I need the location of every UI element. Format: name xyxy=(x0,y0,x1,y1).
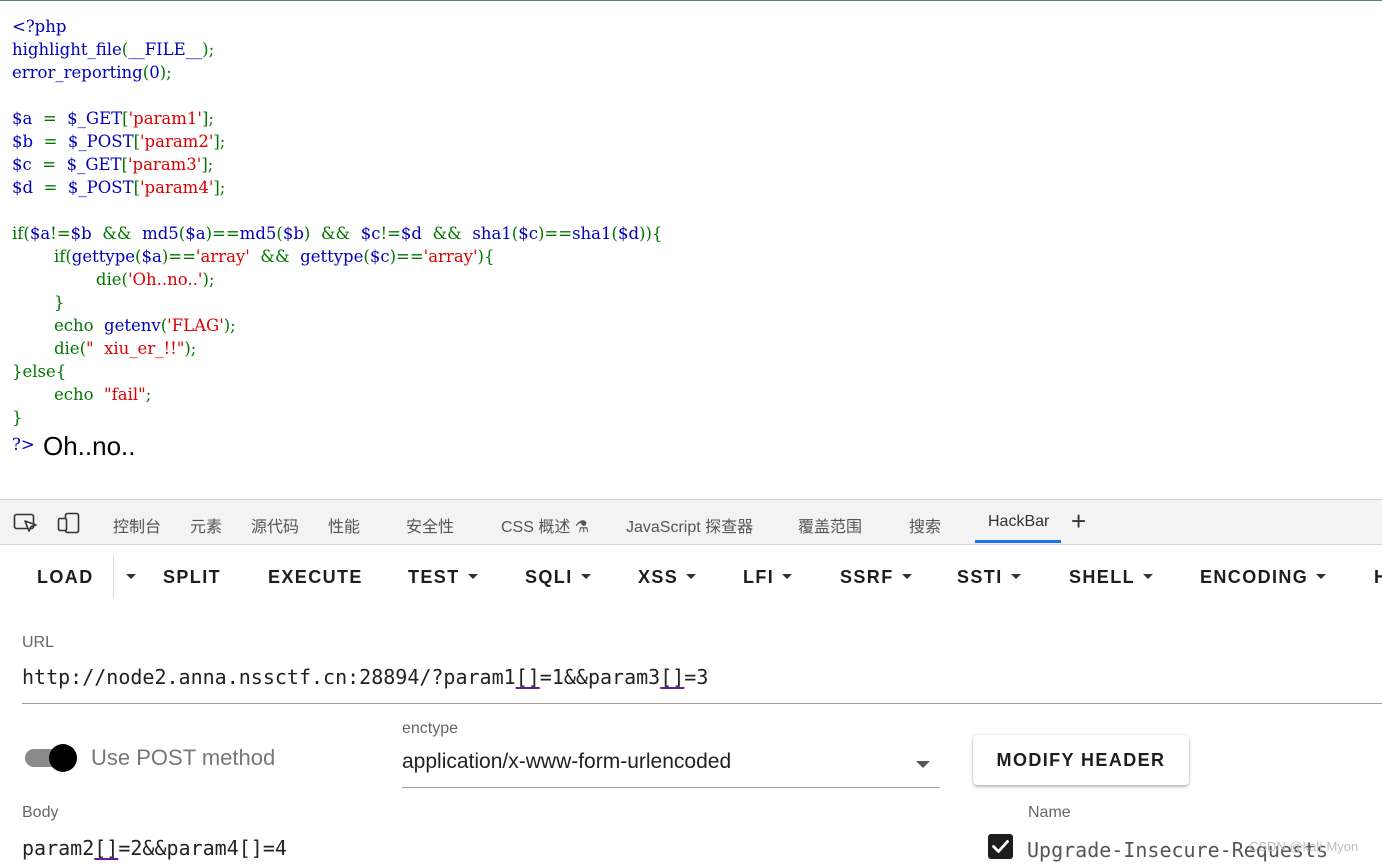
tab-security[interactable]: 安全性 xyxy=(406,513,454,537)
code-line: error_reporting(0); xyxy=(12,63,172,82)
url-input-underline xyxy=(22,703,1382,704)
code-line: $c = $_GET['param3']; xyxy=(12,155,214,174)
load-dropdown-button[interactable] xyxy=(118,567,136,588)
code-line: echo "fail"; xyxy=(53,385,152,404)
url-label: URL xyxy=(22,634,55,651)
add-tab-icon[interactable]: + xyxy=(1071,506,1086,537)
body-input[interactable]: param2[]=2&&param4[]=4 xyxy=(22,836,287,860)
toolbar-divider xyxy=(113,555,114,599)
chevron-down-icon xyxy=(1143,573,1154,579)
shell-menu-button[interactable]: SHELL xyxy=(1069,567,1154,588)
chevron-down-icon xyxy=(126,573,136,579)
code-line: $a = $_GET['param1']; xyxy=(12,109,214,128)
devtools-tab-bar: 控制台 元素 源代码 性能 安全性 CSS 概述 ⚗ JavaScript 探查… xyxy=(0,499,1382,545)
url-input[interactable]: http://node2.anna.nssctf.cn:28894/?param… xyxy=(22,665,708,689)
code-line: $b = $_POST['param2']; xyxy=(12,132,226,151)
code-line: die(" xiu_er_!!"); xyxy=(53,339,197,358)
tab-css-overview[interactable]: CSS 概述 ⚗ xyxy=(501,513,589,537)
test-menu-button[interactable]: TEST xyxy=(408,567,478,588)
page-output-text: Oh..no.. xyxy=(43,431,136,461)
watermark: CSDN @kali-Myon xyxy=(1249,839,1359,854)
header-name-label: Name xyxy=(1028,804,1071,821)
code-line: if(gettype($a)=='array' && gettype($c)==… xyxy=(53,247,495,266)
execute-button[interactable]: EXECUTE xyxy=(268,567,363,588)
code-line: die('Oh..no..'); xyxy=(95,270,215,289)
dropdown-arrow-icon[interactable] xyxy=(916,761,930,768)
chevron-down-icon xyxy=(580,573,591,579)
code-line: <?php xyxy=(12,17,67,36)
code-line: } xyxy=(53,293,65,312)
hackbar-toolbar: LOAD SPLIT EXECUTE TEST SQLI XSS LFI SSR… xyxy=(0,545,1382,609)
code-line: highlight_file(__FILE__); xyxy=(12,40,215,59)
tab-coverage[interactable]: 覆盖范围 xyxy=(798,513,862,537)
chevron-down-icon xyxy=(901,573,912,579)
enctype-value[interactable]: application/x-www-form-urlencoded xyxy=(402,750,731,774)
ssti-menu-button[interactable]: SSTI xyxy=(957,567,1021,588)
code-line: } xyxy=(12,408,23,427)
body-label: Body xyxy=(22,804,59,821)
code-line: }else{ xyxy=(12,362,67,381)
tab-sources[interactable]: 源代码 xyxy=(251,513,299,537)
tab-elements[interactable]: 元素 xyxy=(190,513,222,537)
load-button[interactable]: LOAD xyxy=(37,567,94,588)
tab-hackbar[interactable]: HackBar xyxy=(988,513,1049,531)
enctype-label: enctype xyxy=(402,720,459,737)
chevron-down-icon xyxy=(782,573,793,579)
tab-javascript-profiler[interactable]: JavaScript 探查器 xyxy=(626,513,753,537)
sqli-menu-button[interactable]: SQLI xyxy=(525,567,591,588)
ssrf-menu-button[interactable]: SSRF xyxy=(840,567,912,588)
code-line: $d = $_POST['param4']; xyxy=(12,178,226,197)
split-button[interactable]: SPLIT xyxy=(163,567,221,588)
inspect-element-icon[interactable] xyxy=(13,512,39,534)
chevron-down-icon xyxy=(467,573,478,579)
lfi-menu-button[interactable]: LFI xyxy=(743,567,793,588)
toggle-knob[interactable] xyxy=(49,744,77,772)
code-line: if($a!=$b && md5($a)==md5($b) && $c!=$d … xyxy=(12,224,663,243)
header-enabled-checkbox[interactable] xyxy=(988,834,1013,859)
post-method-label: Use POST method xyxy=(91,745,276,770)
modify-header-button[interactable]: MODIFY HEADER xyxy=(973,735,1189,785)
php-close-tag: ?> xyxy=(12,435,35,454)
chevron-down-icon xyxy=(686,573,697,579)
page-content: <?php highlight_file(__FILE__); error_repo… xyxy=(0,0,1382,500)
device-toolbar-icon[interactable] xyxy=(57,512,83,534)
checkmark-icon xyxy=(992,840,1009,853)
tab-performance[interactable]: 性能 xyxy=(328,513,360,537)
tab-search[interactable]: 搜索 xyxy=(909,513,941,537)
chevron-down-icon xyxy=(1316,573,1327,579)
enctype-underline xyxy=(402,787,940,788)
chevron-down-icon xyxy=(1010,573,1021,579)
tab-console[interactable]: 控制台 xyxy=(113,513,161,537)
php-source-code: <?php highlight_file(__FILE__); error_repo… xyxy=(12,15,662,429)
overflow-menu-button[interactable]: H xyxy=(1374,567,1382,588)
xss-menu-button[interactable]: XSS xyxy=(638,567,697,588)
active-tab-indicator xyxy=(975,540,1061,543)
encoding-menu-button[interactable]: ENCODING xyxy=(1200,567,1327,588)
code-line: echo getenv('FLAG'); xyxy=(53,316,236,335)
